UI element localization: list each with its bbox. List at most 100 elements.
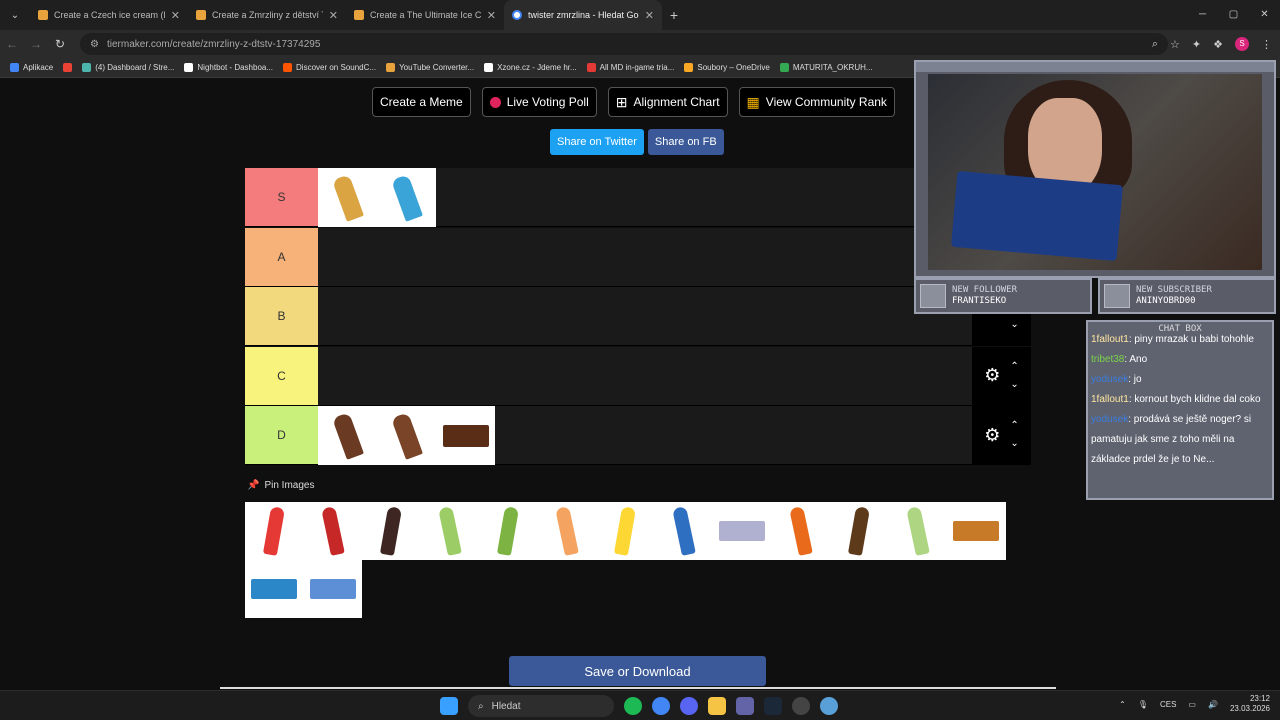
gear-icon[interactable]: ⚙ — [984, 365, 1000, 386]
share-twitter-button[interactable]: Share on Twitter — [550, 129, 644, 155]
browser-tab[interactable]: Create a The Ultimate Ice Cream ✕ — [346, 0, 504, 30]
profile-avatar[interactable]: S — [1235, 37, 1249, 51]
chevron-down-icon[interactable]: ⌄ — [1010, 316, 1018, 334]
close-tab-icon[interactable]: ✕ — [171, 9, 180, 22]
url-field[interactable]: ⚙ tiermaker.com/create/zmrzliny-z-dtstv-… — [80, 33, 1168, 55]
extension-icon[interactable]: ✦ — [1192, 38, 1201, 51]
tier-item-image[interactable] — [377, 168, 436, 227]
zoom-icon[interactable]: ⌕ — [1152, 38, 1158, 51]
ice-cream-image — [263, 506, 286, 556]
chrome-icon[interactable] — [652, 697, 670, 715]
pool-item-image[interactable] — [303, 560, 362, 618]
tier-label[interactable]: B — [245, 287, 318, 345]
chevron-up-icon[interactable]: ⌃ — [1010, 417, 1018, 435]
tier-items — [318, 406, 495, 465]
bookmark-item[interactable]: YouTube Converter... — [386, 63, 474, 72]
live-voting-button[interactable]: Live Voting Poll — [481, 87, 597, 117]
tier-label[interactable]: D — [245, 406, 318, 464]
pool-item-image[interactable] — [420, 502, 479, 560]
back-icon[interactable]: ← — [0, 37, 24, 51]
chevron-down-icon[interactable]: ⌄ — [1010, 376, 1018, 394]
pool-item-image[interactable] — [596, 502, 655, 560]
pool-item-image[interactable] — [830, 502, 889, 560]
volume-icon[interactable]: 🔊 — [1208, 700, 1218, 709]
app-icon[interactable] — [820, 697, 838, 715]
discord-icon[interactable] — [680, 697, 698, 715]
minimize-icon[interactable]: ─ — [1187, 0, 1218, 30]
taskbar-search[interactable]: ⌕ Hledat — [468, 695, 614, 717]
steam-icon[interactable] — [764, 697, 782, 715]
address-bar-row: ← → ↻ ⚙ tiermaker.com/create/zmrzliny-z-… — [0, 30, 1280, 58]
ice-cream-image — [320, 506, 345, 556]
ice-cream-image — [251, 579, 298, 599]
save-download-button[interactable]: Save or Download — [509, 656, 766, 686]
pool-item-image[interactable] — [303, 502, 362, 560]
network-icon[interactable]: ▭ — [1188, 700, 1196, 709]
pool-item-image[interactable] — [654, 502, 713, 560]
tab-search-chevron-icon[interactable]: ⌄ — [0, 10, 30, 21]
tier-item-image[interactable] — [436, 406, 495, 465]
bookmark-item[interactable]: Nightbot - Dashboa... — [184, 63, 273, 72]
bookmark-item[interactable]: (4) Dashboard / Stre... — [82, 63, 174, 72]
close-tab-icon[interactable]: ✕ — [487, 9, 496, 22]
browser-tab[interactable]: Create a Zmrzliny z dětství Tier ✕ — [188, 0, 346, 30]
bookmark-item[interactable]: Soubory – OneDrive — [684, 63, 770, 72]
pool-item-image[interactable] — [888, 502, 947, 560]
tier-item-image[interactable] — [318, 168, 377, 227]
pool-item-image[interactable] — [362, 502, 421, 560]
chevron-down-icon[interactable]: ⌄ — [1010, 435, 1018, 453]
create-meme-button[interactable]: Create a Meme — [372, 87, 471, 117]
pool-item-image[interactable] — [245, 560, 304, 618]
maximize-icon[interactable]: ▢ — [1218, 0, 1249, 30]
bookmark-item[interactable] — [63, 63, 73, 72]
site-info-icon[interactable]: ⚙ — [90, 39, 99, 50]
microphone-icon[interactable]: 🎙 — [1138, 700, 1148, 709]
pool-item-image[interactable] — [947, 502, 1006, 560]
gear-icon[interactable]: ⚙ — [984, 425, 1000, 446]
share-fb-button[interactable]: Share on FB — [647, 129, 724, 155]
tier-item-image[interactable] — [318, 406, 377, 465]
tier-item-image[interactable] — [377, 406, 436, 465]
tier-label[interactable]: A — [245, 227, 318, 286]
bookmark-item[interactable]: Xzone.cz - Jdeme hr... — [484, 63, 577, 72]
close-tab-icon[interactable]: ✕ — [329, 9, 338, 22]
close-window-icon[interactable]: ✕ — [1249, 0, 1280, 30]
chevron-up-icon[interactable]: ⌃ — [1010, 358, 1018, 376]
extensions-puzzle-icon[interactable]: ❖ — [1213, 38, 1223, 51]
obs-icon[interactable] — [792, 697, 810, 715]
clock[interactable]: 23:12 23.03.2026 — [1230, 694, 1270, 714]
bookmark-item[interactable]: Aplikace — [10, 63, 53, 72]
close-tab-icon[interactable]: ✕ — [645, 9, 654, 22]
chat-message: tribet38: Ano — [1091, 350, 1271, 370]
forward-icon[interactable]: → — [24, 37, 48, 51]
bookmark-star-icon[interactable]: ☆ — [1170, 38, 1180, 51]
teams-icon[interactable] — [736, 697, 754, 715]
bookmark-item[interactable]: MATURITA_OKRUH... — [779, 63, 873, 72]
pool-item-image[interactable] — [537, 502, 596, 560]
new-tab-button[interactable]: + — [662, 7, 686, 23]
follower-name: FRANTISEKO — [952, 296, 1007, 306]
browser-tab[interactable]: twister zmrzlina - Hledat Googl ✕ — [504, 0, 662, 30]
menu-kebab-icon[interactable]: ⋮ — [1261, 38, 1272, 51]
webcam-feed — [928, 74, 1262, 270]
browser-tab[interactable]: Create a Czech ice cream (ledň ✕ — [30, 0, 188, 30]
community-rank-button[interactable]: ▦ View Community Rank — [738, 87, 895, 117]
pool-item-image[interactable] — [245, 502, 304, 560]
language-indicator[interactable]: CES — [1160, 700, 1176, 709]
spotify-icon[interactable] — [624, 697, 642, 715]
bookmark-item[interactable]: Discover on SoundC... — [283, 63, 376, 72]
tier-label[interactable]: S — [245, 168, 318, 226]
reload-icon[interactable]: ↻ — [48, 37, 72, 51]
tray-chevron-icon[interactable]: ⌃ — [1119, 700, 1126, 709]
pool-item-image[interactable] — [713, 502, 772, 560]
pin-images-toggle[interactable]: 📌 Pin Images — [247, 480, 314, 491]
bookmark-item[interactable]: All MD in-game tria... — [586, 63, 674, 72]
tier-label[interactable]: C — [245, 346, 318, 405]
start-windows-icon[interactable] — [440, 697, 458, 715]
tab-bar: ⌄ Create a Czech ice cream (ledň✕Create … — [0, 0, 1280, 30]
pool-item-image[interactable] — [771, 502, 830, 560]
alignment-chart-button[interactable]: ⊞ Alignment Chart — [607, 87, 728, 117]
pool-item-image[interactable] — [479, 502, 538, 560]
color-grid-icon: ▦ — [746, 93, 760, 110]
file-explorer-icon[interactable] — [708, 697, 726, 715]
